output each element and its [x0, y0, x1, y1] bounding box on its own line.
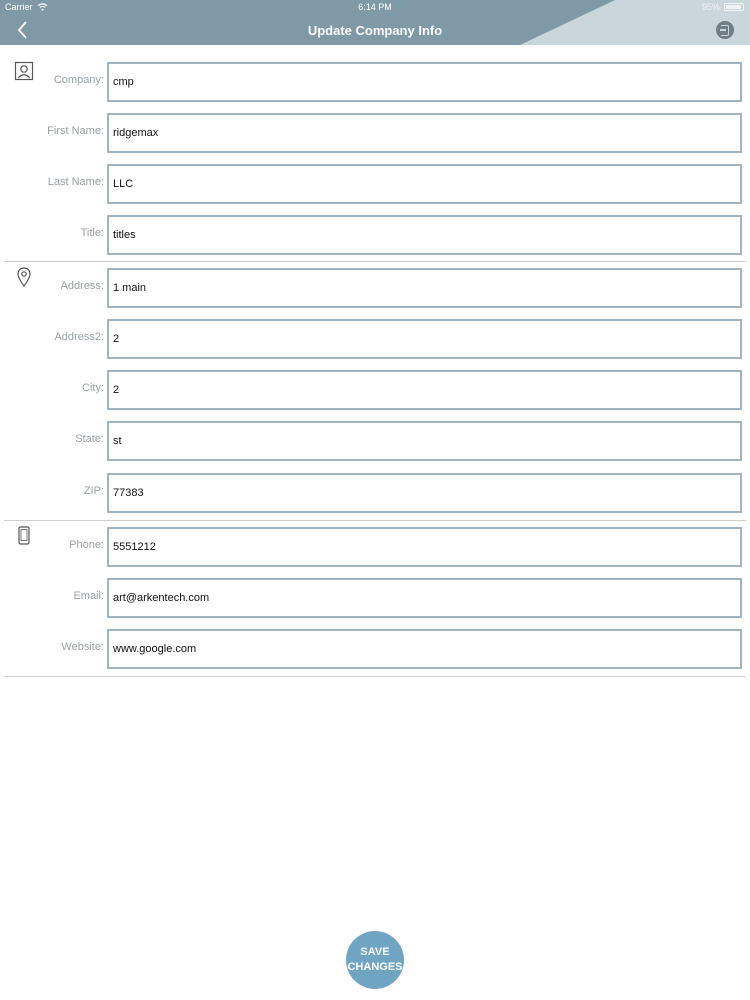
zip-row: ZIP:: [0, 473, 750, 513]
company-input[interactable]: [107, 62, 742, 102]
first-name-input[interactable]: [107, 113, 742, 153]
state-label: State:: [75, 433, 104, 445]
address-label: Address:: [60, 280, 104, 292]
state-input[interactable]: [107, 421, 742, 461]
address2-input[interactable]: [107, 319, 742, 359]
status-time: 6:14 PM: [358, 2, 392, 12]
save-changes-button[interactable]: SAVE CHANGES: [346, 931, 404, 989]
address2-label: Address2:: [54, 331, 104, 343]
section-divider: [4, 676, 746, 677]
save-button-line2: CHANGES: [347, 961, 403, 973]
zip-label: ZIP:: [83, 485, 104, 497]
company-row: Company:: [0, 62, 750, 102]
title-row: Title:: [0, 215, 750, 255]
email-input[interactable]: [107, 578, 742, 618]
address-input[interactable]: [107, 268, 742, 308]
website-label: Website:: [61, 641, 104, 653]
city-input[interactable]: [107, 370, 742, 410]
first-name-row: First Name:: [0, 113, 750, 153]
email-row: Email:: [0, 578, 750, 618]
title-input[interactable]: [107, 215, 742, 255]
last-name-input[interactable]: [107, 164, 742, 204]
last-name-row: Last Name:: [0, 164, 750, 204]
phone-row: Phone:: [0, 527, 750, 567]
company-label: Company:: [53, 74, 104, 86]
logout-icon[interactable]: [716, 21, 734, 39]
nav-bar: Carrier 6:14 PM 95% Update Company Info: [0, 0, 750, 45]
city-label: City:: [82, 382, 104, 394]
section-divider: [4, 520, 746, 521]
status-bar: Carrier 6:14 PM 95%: [0, 0, 750, 14]
website-input[interactable]: [107, 629, 742, 669]
state-row: State:: [0, 421, 750, 461]
page-title: Update Company Info: [307, 23, 443, 38]
save-button-line1: SAVE: [360, 946, 390, 958]
phone-label: Phone:: [69, 539, 104, 551]
address2-row: Address2:: [0, 319, 750, 359]
zip-input[interactable]: [107, 473, 742, 513]
section-divider: [4, 261, 746, 262]
first-name-label: First Name:: [47, 125, 104, 137]
last-name-label: Last Name:: [47, 176, 104, 188]
website-row: Website:: [0, 629, 750, 669]
battery-icon: [724, 3, 744, 11]
email-label: Email:: [73, 590, 104, 602]
battery-percent: 95%: [701, 2, 720, 12]
title-label: Title:: [80, 227, 104, 239]
status-battery: 95%: [702, 2, 744, 12]
city-row: City:: [0, 370, 750, 410]
phone-input[interactable]: [107, 527, 742, 567]
address-row: Address:: [0, 268, 750, 308]
